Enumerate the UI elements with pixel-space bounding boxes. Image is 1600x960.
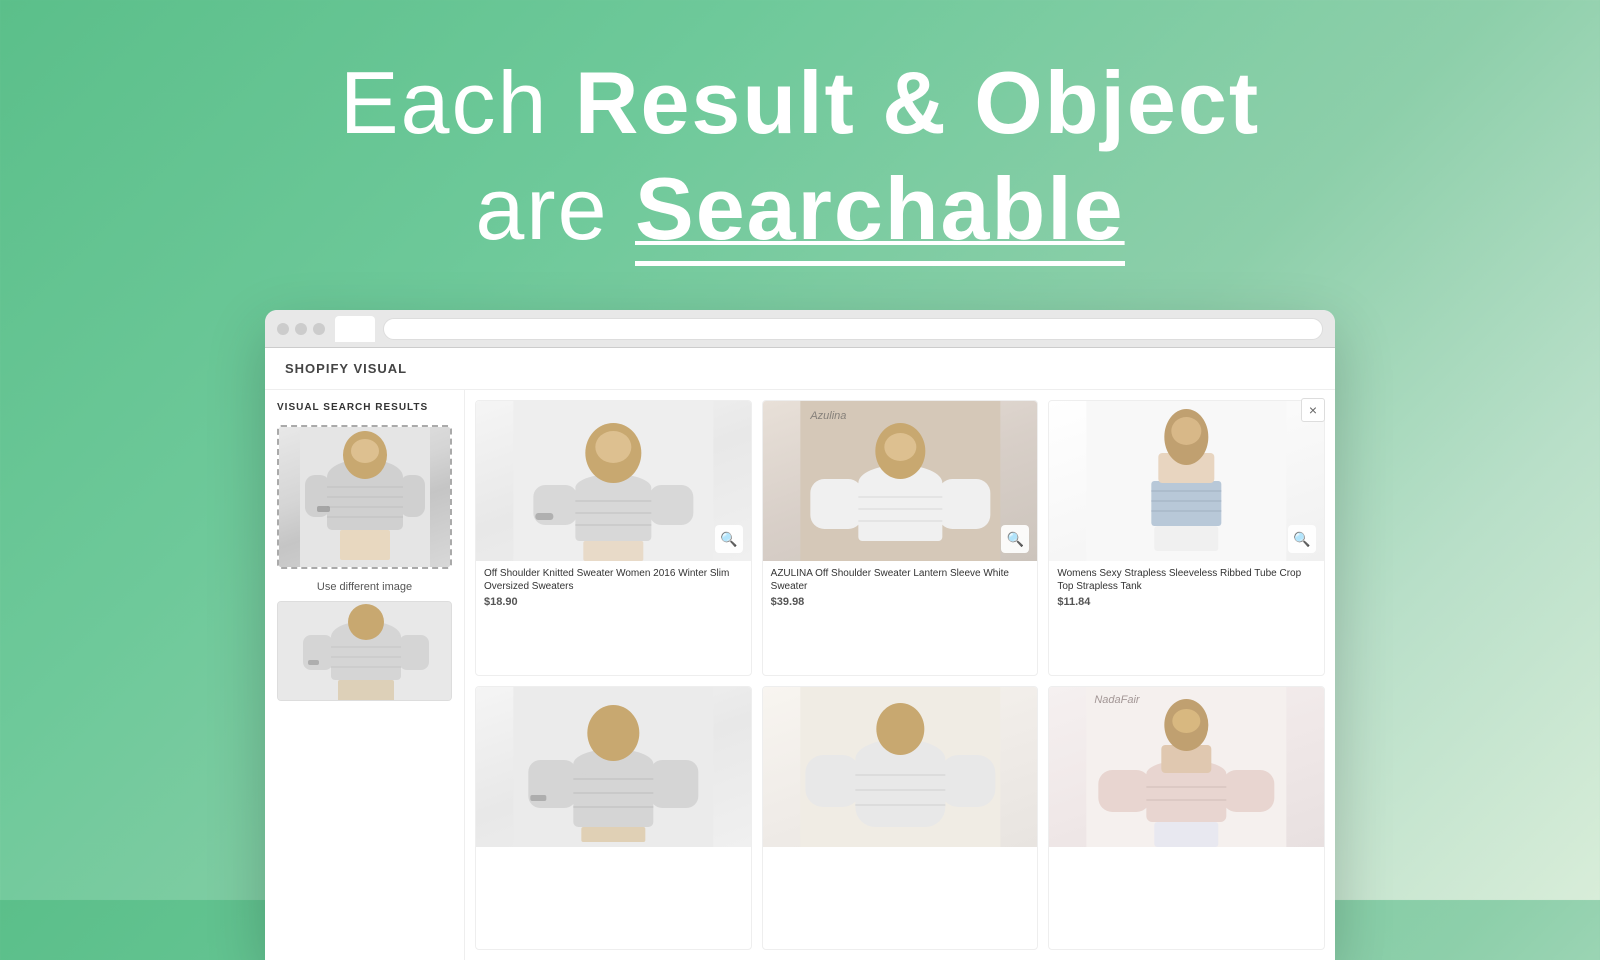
browser-content: SHOPIFY VISUAL VISUAL SEARCH RESULTS <box>265 348 1335 960</box>
search-icon-overlay-2[interactable]: 🔍 <box>1001 525 1029 553</box>
product-image-4 <box>476 687 751 847</box>
headline-line1-normal: Each <box>340 53 575 152</box>
product-image-1: 🔍 <box>476 401 751 561</box>
product-card-4[interactable] <box>475 686 752 950</box>
product-image-2: Azulina 🔍 <box>763 401 1038 561</box>
query-image-svg <box>300 427 430 567</box>
product-name-6 <box>1057 853 1316 879</box>
second-query-svg <box>278 602 452 701</box>
query-image <box>279 427 450 567</box>
product-2-svg: Azulina <box>763 401 1038 561</box>
dot-red <box>277 323 289 335</box>
product-card-5[interactable] <box>762 686 1039 950</box>
headline-line2-normal: are <box>475 159 635 258</box>
headline-line1: Each Result & Object <box>340 50 1260 156</box>
search-icon-overlay-3[interactable]: 🔍 <box>1288 525 1316 553</box>
product-card-6[interactable]: NadaFair <box>1048 686 1325 950</box>
product-name-2: AZULINA Off Shoulder Sweater Lantern Sle… <box>771 567 1030 593</box>
product-name-1: Off Shoulder Knitted Sweater Women 2016 … <box>484 567 743 593</box>
product-card-1[interactable]: 🔍 Off Shoulder Knitted Sweater Women 201… <box>475 400 752 676</box>
browser-tab[interactable] <box>335 316 375 342</box>
store-name: SHOPIFY VISUAL <box>285 361 407 376</box>
dot-green <box>313 323 325 335</box>
product-name-5 <box>771 853 1030 879</box>
product-image-5 <box>763 687 1038 847</box>
query-image-box[interactable] <box>277 425 452 569</box>
product-info-5 <box>763 847 1038 888</box>
product-info-4 <box>476 847 751 888</box>
visual-search-panel: VISUAL SEARCH RESULTS <box>265 390 465 960</box>
browser-urlbar[interactable] <box>383 318 1323 340</box>
browser-dots <box>277 323 325 335</box>
dot-yellow <box>295 323 307 335</box>
search-icon-overlay-1[interactable]: 🔍 <box>715 525 743 553</box>
headline-line2-bold: Searchable <box>635 156 1125 267</box>
product-info-6 <box>1049 847 1324 888</box>
product-4-svg <box>476 687 751 847</box>
browser-titlebar <box>265 310 1335 348</box>
svg-text:NadaFair: NadaFair <box>1095 694 1142 706</box>
product-name-4 <box>484 853 743 879</box>
svg-text:Azulina: Azulina <box>809 410 846 422</box>
product-image-3: 🔍 <box>1049 401 1324 561</box>
headline-line1-bold: Result & Object <box>575 53 1260 152</box>
product-3-svg <box>1049 401 1324 561</box>
store-header: SHOPIFY VISUAL <box>265 348 1335 390</box>
product-6-svg: NadaFair <box>1049 687 1324 847</box>
product-info-2: AZULINA Off Shoulder Sweater Lantern Sle… <box>763 561 1038 614</box>
use-different-image-button[interactable]: Use different image <box>277 577 452 601</box>
product-card-2[interactable]: Azulina 🔍 AZULINA Off Shoulder Sweater L… <box>762 400 1039 676</box>
product-info-3: Womens Sexy Strapless Sleeveless Ribbed … <box>1049 561 1324 614</box>
product-price-1: $18.90 <box>484 596 743 608</box>
close-button[interactable]: × <box>1301 398 1325 422</box>
product-name-3: Womens Sexy Strapless Sleeveless Ribbed … <box>1057 567 1316 593</box>
browser-window: SHOPIFY VISUAL VISUAL SEARCH RESULTS <box>265 310 1335 960</box>
product-price-2: $39.98 <box>771 596 1030 608</box>
headline-line2: are Searchable <box>340 156 1260 267</box>
product-card-3[interactable]: 🔍 Womens Sexy Strapless Sleeveless Ribbe… <box>1048 400 1325 676</box>
second-query-image-box[interactable] <box>277 601 452 701</box>
product-5-svg <box>763 687 1038 847</box>
results-grid: 🔍 Off Shoulder Knitted Sweater Women 201… <box>465 390 1335 960</box>
headline-section: Each Result & Object are Searchable <box>340 50 1260 266</box>
product-price-3: $11.84 <box>1057 596 1316 608</box>
product-image-6: NadaFair <box>1049 687 1324 847</box>
product-info-1: Off Shoulder Knitted Sweater Women 2016 … <box>476 561 751 614</box>
panel-title: VISUAL SEARCH RESULTS <box>277 402 452 413</box>
product-1-svg <box>476 401 751 561</box>
